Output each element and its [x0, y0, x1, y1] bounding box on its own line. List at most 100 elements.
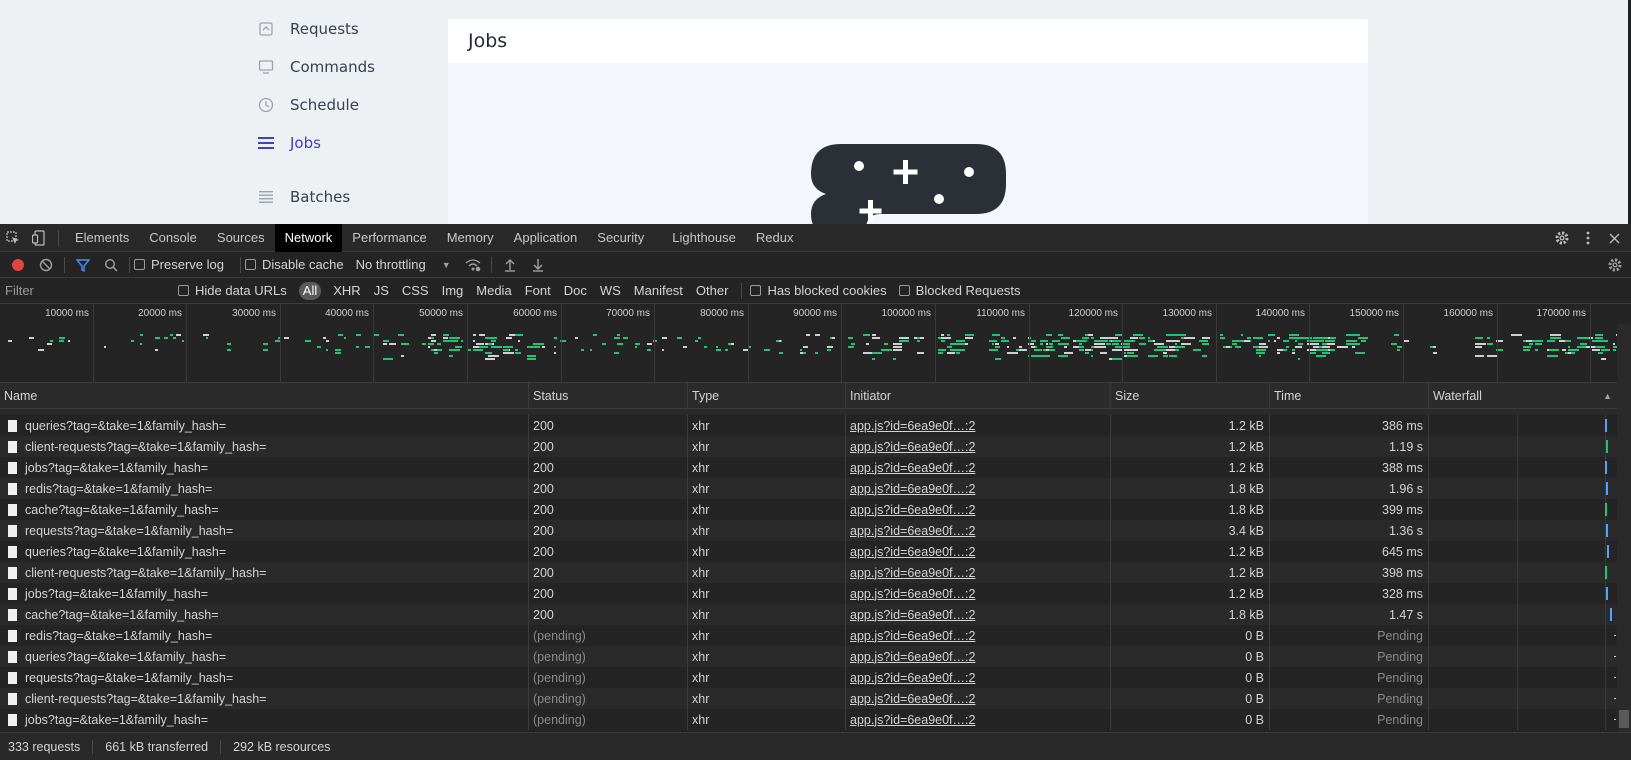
column-header-status[interactable]: Status	[529, 383, 688, 409]
table-row[interactable]: requests?tag=&take=1&family_hash= (pendin…	[0, 667, 1631, 688]
preserve-log-checkbox[interactable]: Preserve log	[134, 257, 224, 272]
table-row[interactable]: client-requests?tag=&take=1&family_hash=…	[0, 436, 1631, 457]
table-row[interactable]: jobs?tag=&take=1&family_hash= 200 xhr app.j…	[0, 583, 1631, 604]
checkbox-box[interactable]	[178, 285, 189, 296]
sidebar-item-requests[interactable]: Requests	[258, 17, 359, 41]
request-initiator-cell[interactable]: app.js?id=6ea9e0f…:2	[846, 583, 1111, 604]
close-icon[interactable]	[1601, 224, 1627, 252]
request-initiator-cell[interactable]: app.js?id=6ea9e0f…:2	[846, 457, 1111, 478]
filter-type-img[interactable]: Img	[438, 282, 468, 300]
sidebar-item-batches[interactable]: Batches	[258, 185, 350, 209]
checkbox-box[interactable]	[134, 259, 145, 270]
column-header-name[interactable]: Name	[0, 383, 529, 409]
request-initiator-cell[interactable]: app.js?id=6ea9e0f…:2	[846, 646, 1111, 667]
request-initiator[interactable]: app.js?id=6ea9e0f…:2	[850, 545, 975, 559]
table-row[interactable]: redis?tag=&take=1&family_hash= (pending) x…	[0, 625, 1631, 646]
more-options-icon[interactable]	[1575, 224, 1601, 252]
hide-data-urls-checkbox[interactable]: Hide data URLs	[178, 283, 287, 298]
tab-sources[interactable]: Sources	[207, 224, 275, 252]
request-initiator[interactable]: app.js?id=6ea9e0f…:2	[850, 608, 975, 622]
column-header-waterfall[interactable]: Waterfall ▲	[1429, 383, 1631, 409]
filter-type-ws[interactable]: WS	[596, 282, 625, 300]
sidebar-item-jobs[interactable]: Jobs	[258, 131, 321, 155]
filter-type-media[interactable]: Media	[472, 282, 515, 300]
table-row[interactable]: jobs?tag=&take=1&family_hash= (pending) xh…	[0, 709, 1631, 730]
filter-type-doc[interactable]: Doc	[560, 282, 591, 300]
request-initiator-cell[interactable]: app.js?id=6ea9e0f…:2	[846, 604, 1111, 625]
request-initiator[interactable]: app.js?id=6ea9e0f…:2	[850, 692, 975, 706]
request-initiator[interactable]: app.js?id=6ea9e0f…:2	[850, 419, 975, 433]
checkbox-box[interactable]	[244, 259, 256, 270]
filter-type-css[interactable]: CSS	[398, 282, 433, 300]
table-row[interactable]: requests?tag=&take=1&family_hash= 200 xhr a…	[0, 520, 1631, 541]
table-row[interactable]: redis?tag=&take=1&family_hash= 200 xhr app.…	[0, 478, 1631, 499]
tab-elements[interactable]: Elements	[65, 224, 139, 252]
request-initiator-cell[interactable]: app.js?id=6ea9e0f…:2	[846, 709, 1111, 730]
filter-type-xhr[interactable]: XHR	[329, 282, 364, 300]
request-initiator[interactable]: app.js?id=6ea9e0f…:2	[850, 440, 975, 454]
request-initiator-cell[interactable]: app.js?id=6ea9e0f…:2	[846, 688, 1111, 709]
filter-type-font[interactable]: Font	[521, 282, 555, 300]
disable-cache-checkbox[interactable]: Disable cache	[244, 257, 344, 272]
tab-redux[interactable]: Redux	[746, 224, 804, 252]
tab-lighthouse[interactable]: Lighthouse	[662, 224, 746, 252]
request-initiator[interactable]: app.js?id=6ea9e0f…:2	[850, 482, 975, 496]
column-header-type[interactable]: Type	[688, 383, 846, 409]
blocked-requests-checkbox[interactable]: Blocked Requests	[898, 283, 1020, 298]
request-initiator-cell[interactable]: app.js?id=6ea9e0f…:2	[846, 541, 1111, 562]
search-icon[interactable]	[97, 252, 125, 278]
request-initiator[interactable]: app.js?id=6ea9e0f…:2	[850, 587, 975, 601]
throttling-select[interactable]: No throttling ▼	[356, 257, 451, 272]
clear-icon[interactable]	[32, 252, 60, 278]
filter-type-all[interactable]: All	[298, 281, 322, 300]
has-blocked-cookies-checkbox[interactable]: Has blocked cookies	[750, 283, 887, 298]
record-icon[interactable]	[4, 252, 32, 278]
settings-gear-icon[interactable]	[1549, 224, 1575, 252]
request-initiator[interactable]: app.js?id=6ea9e0f…:2	[850, 713, 975, 727]
column-header-size[interactable]: Size	[1111, 383, 1270, 409]
column-header-time[interactable]: Time	[1270, 383, 1429, 409]
network-overview-timeline[interactable]: 10000 ms 20000 ms 30000 ms 40000 ms 50000 ms…	[0, 304, 1631, 383]
request-initiator-cell[interactable]: app.js?id=6ea9e0f…:2	[846, 478, 1111, 499]
filter-type-manifest[interactable]: Manifest	[630, 282, 687, 300]
request-initiator-cell[interactable]: app.js?id=6ea9e0f…:2	[846, 415, 1111, 436]
checkbox-box[interactable]	[750, 285, 762, 296]
sidebar-item-schedule[interactable]: Schedule	[258, 93, 359, 117]
request-initiator[interactable]: app.js?id=6ea9e0f…:2	[850, 671, 975, 685]
request-initiator[interactable]: app.js?id=6ea9e0f…:2	[850, 524, 975, 538]
scrollbar-thumb[interactable]	[1619, 710, 1629, 728]
request-initiator[interactable]: app.js?id=6ea9e0f…:2	[850, 566, 975, 580]
request-initiator-cell[interactable]: app.js?id=6ea9e0f…:2	[846, 436, 1111, 457]
tab-memory[interactable]: Memory	[437, 224, 504, 252]
table-row[interactable]: cache?tag=&take=1&family_hash= 200 xhr app.…	[0, 604, 1631, 625]
filter-icon[interactable]	[69, 252, 97, 278]
network-settings-gear-icon[interactable]	[1601, 252, 1629, 278]
table-row[interactable]: jobs?tag=&take=1&family_hash= 200 xhr app.j…	[0, 457, 1631, 478]
request-initiator[interactable]: app.js?id=6ea9e0f…:2	[850, 650, 975, 664]
tab-application[interactable]: Application	[504, 224, 588, 252]
table-row[interactable]: queries?tag=&take=1&family_hash= (pending…	[0, 646, 1631, 667]
table-row[interactable]: cache?tag=&take=1&family_hash= 200 xhr app.…	[0, 499, 1631, 520]
column-header-initiator[interactable]: Initiator	[846, 383, 1111, 409]
tab-network[interactable]: Network	[274, 223, 343, 252]
request-initiator-cell[interactable]: app.js?id=6ea9e0f…:2	[846, 625, 1111, 646]
inspect-element-icon[interactable]	[0, 224, 26, 252]
filter-type-js[interactable]: JS	[370, 282, 393, 300]
table-row[interactable]: client-requests?tag=&take=1&family_hash=…	[0, 688, 1631, 709]
export-har-icon[interactable]	[524, 252, 552, 278]
sidebar-item-commands[interactable]: Commands	[258, 55, 375, 79]
request-initiator-cell[interactable]: app.js?id=6ea9e0f…:2	[846, 562, 1111, 583]
tab-performance[interactable]: Performance	[342, 224, 436, 252]
request-initiator[interactable]: app.js?id=6ea9e0f…:2	[850, 503, 975, 517]
device-toolbar-icon[interactable]	[26, 224, 52, 252]
request-initiator[interactable]: app.js?id=6ea9e0f…:2	[850, 629, 975, 643]
filter-input[interactable]	[0, 280, 166, 301]
import-har-icon[interactable]	[496, 252, 524, 278]
tab-security[interactable]: Security	[587, 224, 654, 252]
network-conditions-icon[interactable]	[459, 252, 487, 278]
filter-type-other[interactable]: Other	[692, 282, 733, 300]
tab-console[interactable]: Console	[139, 224, 207, 252]
checkbox-box[interactable]	[898, 285, 910, 296]
table-row[interactable]: queries?tag=&take=1&family_hash= 200 xhr ap…	[0, 415, 1631, 436]
table-row[interactable]: queries?tag=&take=1&family_hash= 200 xhr ap…	[0, 541, 1631, 562]
